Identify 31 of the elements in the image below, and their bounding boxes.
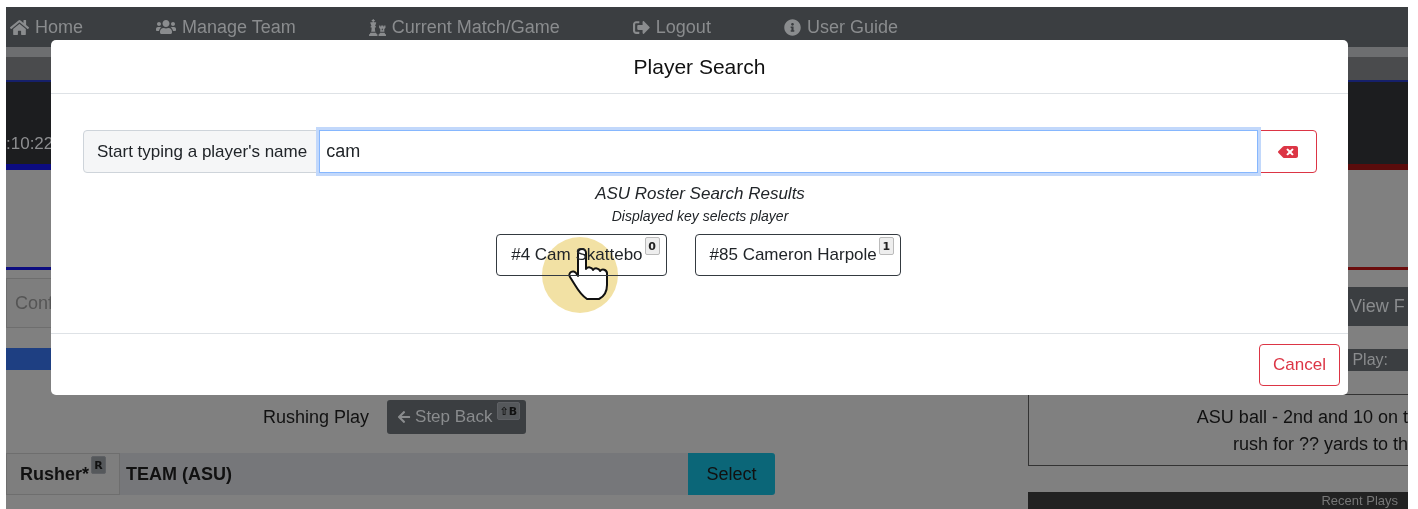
dialog-title: Player Search: [633, 54, 766, 79]
info-icon: [783, 18, 801, 36]
shortcut-key: ⇧B: [496, 402, 521, 420]
chess-icon: [368, 18, 386, 36]
shortcut-key: 0: [644, 237, 660, 255]
player-result-button[interactable]: #85 Cameron Harpole 1: [694, 234, 901, 276]
shortcut-key: 1: [878, 237, 894, 255]
step-back-button[interactable]: Step Back ⇧B: [387, 400, 527, 434]
nav-link[interactable]: Home: [10, 16, 83, 38]
play-type-label: Rushing Play: [263, 406, 370, 428]
player-search-field[interactable]: cam: [319, 130, 1258, 173]
clear-button[interactable]: [1258, 130, 1317, 173]
play-summary-line: rush for ?? yards to th: [1232, 434, 1408, 455]
nav-link[interactable]: User Guide: [783, 16, 898, 38]
game-clock: :10:22: [6, 134, 54, 154]
nav-link[interactable]: Manage Team: [156, 16, 296, 38]
select-button[interactable]: Select: [688, 453, 775, 495]
play-summary-line: ASU ball - 2nd and 10 on t: [1196, 407, 1408, 428]
rusher-field[interactable]: TEAM (ASU): [120, 453, 688, 495]
results-hint: Displayed key selects player: [611, 208, 789, 224]
recent-plays-header: Recent Plays: [1028, 492, 1408, 509]
results-title: ASU Roster Search Results: [595, 184, 805, 204]
arrow-left-icon: [397, 410, 412, 424]
nav-link[interactable]: Current Match/Game: [368, 16, 560, 38]
nav-link[interactable]: Logout: [632, 16, 711, 38]
shortcut-key: R: [91, 456, 107, 474]
users-icon: [156, 17, 176, 37]
logout-icon: [632, 18, 650, 36]
home-icon: [10, 17, 29, 37]
cancel-button[interactable]: Cancel: [1259, 343, 1340, 386]
rusher-label: Rusher* R: [6, 453, 120, 495]
